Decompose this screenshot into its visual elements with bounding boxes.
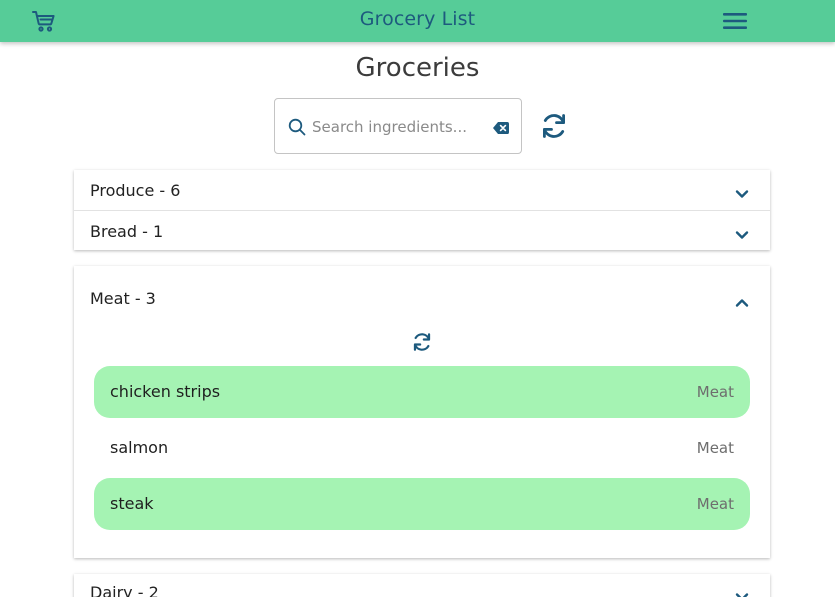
grocery-item[interactable]: salmon Meat: [94, 422, 750, 474]
category-header-produce[interactable]: Produce - 6: [74, 170, 770, 210]
refresh-icon[interactable]: [539, 111, 569, 141]
search-input[interactable]: [312, 115, 482, 139]
grocery-item[interactable]: chicken strips Meat: [94, 366, 750, 418]
category-accordion: Dairy - 2: [74, 574, 770, 597]
chevron-down-icon: [735, 184, 749, 198]
chevron-up-icon: [735, 293, 749, 307]
chevron-down-icon: [735, 225, 749, 239]
category-label: Meat - 3: [90, 289, 156, 308]
item-name: steak: [110, 494, 154, 513]
app-bar: Grocery List: [0, 0, 835, 42]
category-label: Produce - 6: [90, 181, 181, 200]
item-category: Meat: [696, 383, 734, 401]
category-label: Bread - 1: [90, 222, 164, 241]
category-header-meat[interactable]: Meat - 3: [74, 266, 770, 330]
search-icon: [288, 118, 306, 136]
item-category: Meat: [696, 495, 734, 513]
item-category: Meat: [696, 439, 734, 457]
category-header-bread[interactable]: Bread - 1: [74, 210, 770, 250]
search-field[interactable]: [274, 98, 522, 154]
backspace-clear-icon[interactable]: [493, 120, 509, 134]
item-name: salmon: [110, 438, 169, 457]
page-title: Groceries: [355, 53, 480, 83]
item-name: chicken strips: [110, 382, 221, 401]
grocery-item[interactable]: steak Meat: [94, 478, 750, 530]
category-label: Dairy - 2: [90, 583, 159, 597]
hamburger-menu-icon[interactable]: [722, 11, 748, 31]
category-header-dairy[interactable]: Dairy - 2: [74, 574, 770, 597]
app-title: Grocery List: [359, 8, 476, 30]
refresh-icon[interactable]: [411, 331, 433, 353]
chevron-down-icon: [735, 587, 749, 597]
category-accordion: Produce - 6 Bread - 1: [74, 170, 770, 250]
category-panel-meat: Meat - 3 chicken strips Meat salmon Meat…: [74, 266, 770, 558]
